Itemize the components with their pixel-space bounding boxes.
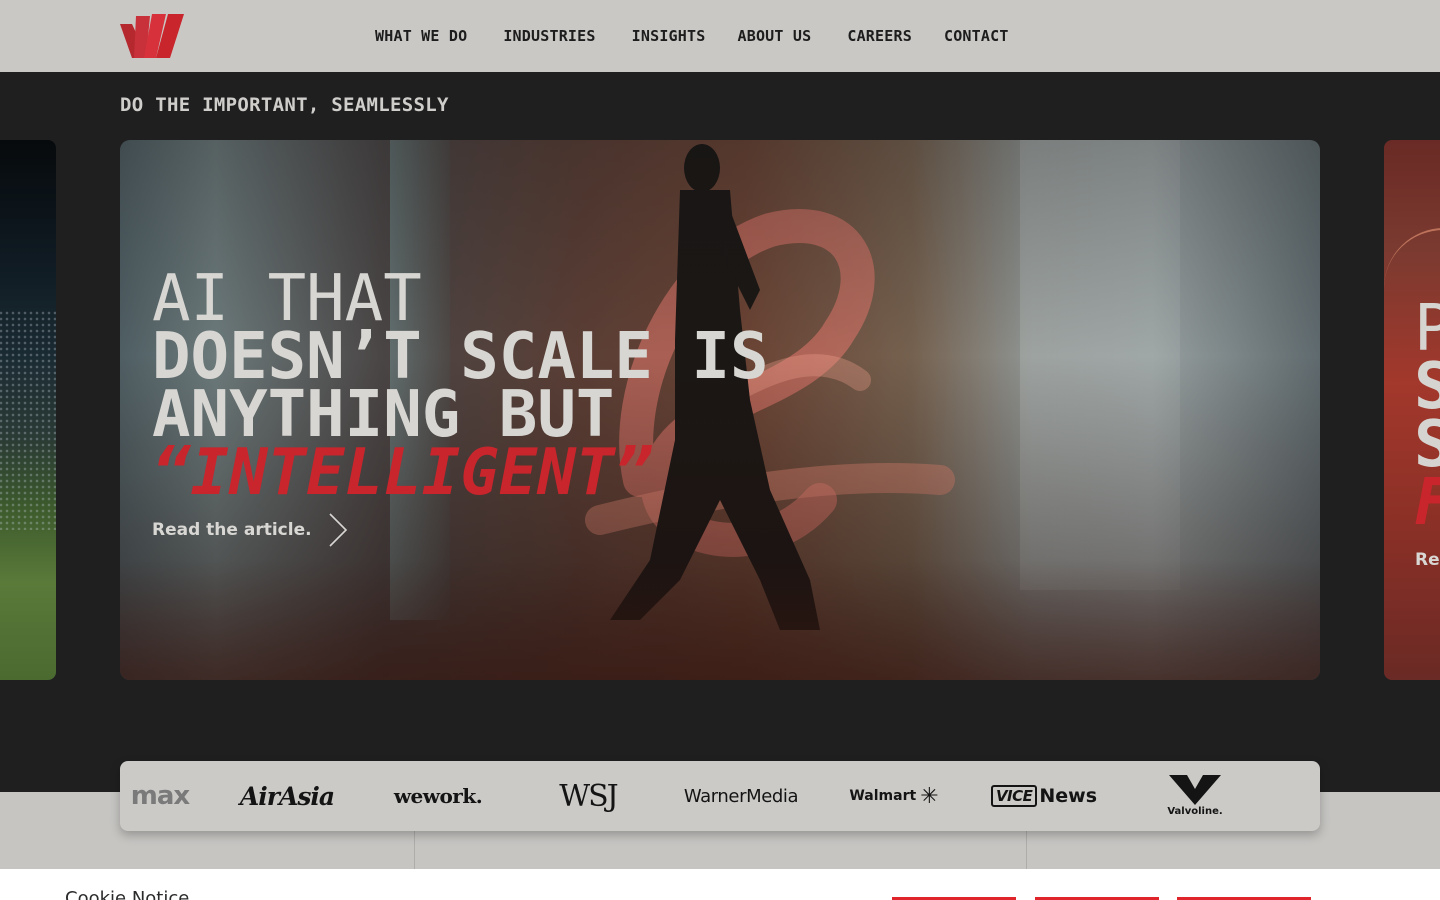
vice-wordmark: VICE xyxy=(990,785,1038,807)
valvoline-wordmark: Valvoline. xyxy=(1167,806,1223,817)
client-logos-strip: max AirAsia wework. WSJ WarnerMedia Walm… xyxy=(120,761,1320,831)
next-slide-headline-accent: F xyxy=(1414,466,1440,540)
column-divider xyxy=(414,831,415,871)
nav-about-us[interactable]: ABOUT US xyxy=(737,26,811,46)
column-divider xyxy=(1026,831,1027,871)
stadium-crowd-image xyxy=(0,310,56,530)
valvoline-v-icon xyxy=(1169,775,1221,805)
nav-what-we-do[interactable]: WHAT WE DO xyxy=(375,26,467,46)
planet-arc-image xyxy=(1384,228,1440,288)
walmart-wordmark: Walmart xyxy=(849,788,917,804)
tagline: DO THE IMPORTANT, SEAMLESSLY xyxy=(120,94,449,116)
nav-careers[interactable]: CAREERS xyxy=(847,26,912,46)
walmart-spark-icon: ✳ xyxy=(920,783,939,809)
previous-slide-card[interactable] xyxy=(0,140,56,680)
nav-industries[interactable]: INDUSTRIES xyxy=(503,26,595,46)
main-nav: WHAT WE DO INDUSTRIES INSIGHTS ABOUT US … xyxy=(375,26,1009,46)
read-article-label: Read the article. xyxy=(152,520,312,540)
cookie-notice-banner: Cookie Notice xyxy=(0,869,1440,900)
walmart-logo: Walmart ✳ xyxy=(846,761,942,831)
read-article-link[interactable]: Read the article. xyxy=(152,512,350,548)
warnermedia-logo: WarnerMedia xyxy=(683,785,799,807)
nav-insights[interactable]: INSIGHTS xyxy=(632,26,706,46)
wework-logo: wework. xyxy=(393,784,483,808)
cookie-notice-title: Cookie Notice xyxy=(65,888,190,900)
vice-news-logo: VICE News xyxy=(988,761,1100,831)
next-slide-read-link[interactable]: Re xyxy=(1415,550,1440,570)
wsj-logo: WSJ xyxy=(559,778,618,814)
hero-headline-accent: “INTELLIGENT” xyxy=(152,436,653,510)
site-header: WHAT WE DO INDUSTRIES INSIGHTS ABOUT US … xyxy=(0,0,1440,72)
hero-floor-reflection xyxy=(120,560,1320,680)
max-logo: max xyxy=(130,781,190,811)
airasia-logo: AirAsia xyxy=(239,781,335,811)
chevron-right-icon xyxy=(328,513,347,547)
news-wordmark: News xyxy=(1039,785,1098,807)
valvoline-logo: Valvoline. xyxy=(1160,761,1230,831)
nav-contact[interactable]: CONTACT xyxy=(944,26,1009,46)
brand-logo[interactable] xyxy=(120,14,184,58)
